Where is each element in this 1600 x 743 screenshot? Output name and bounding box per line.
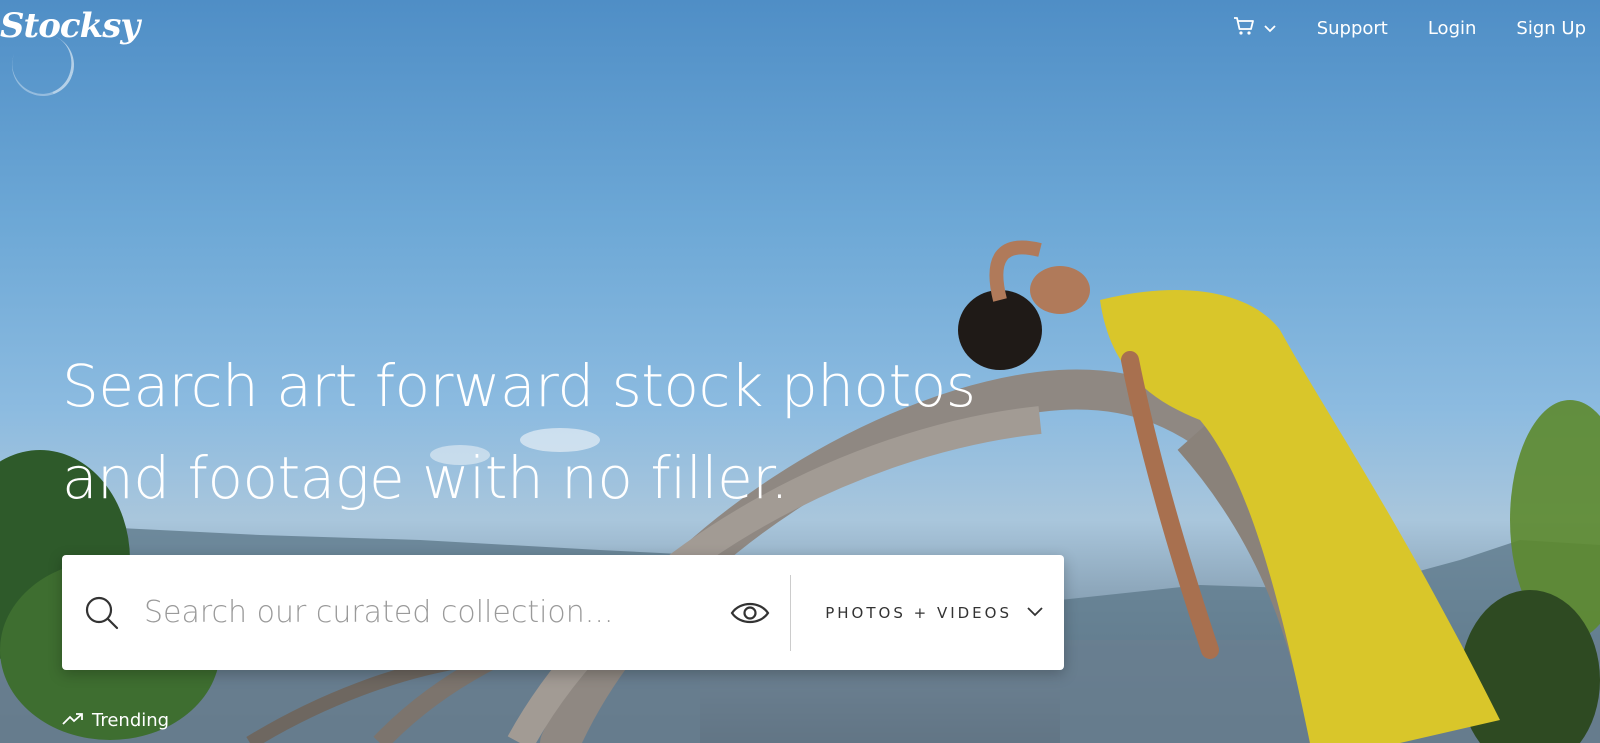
- trending-link[interactable]: Trending: [62, 710, 169, 731]
- hero-headline: Search art forward stock photos and foot…: [62, 340, 1062, 524]
- headline-line-1: Search art forward stock photos: [62, 352, 976, 420]
- chevron-down-icon[interactable]: [1263, 19, 1277, 38]
- visual-search-eye-icon[interactable]: [730, 593, 770, 633]
- top-nav: Support Login Sign Up: [1233, 16, 1586, 40]
- media-type-label: PHOTOS + VIDEOS: [825, 603, 1012, 622]
- cart-menu[interactable]: [1233, 16, 1277, 40]
- headline-line-2: and footage with no filler.: [62, 444, 789, 512]
- stocksy-logo[interactable]: Stocksy: [0, 6, 140, 46]
- search-input[interactable]: [144, 595, 731, 630]
- search-icon[interactable]: [82, 593, 122, 633]
- nav-login-link[interactable]: Login: [1428, 18, 1477, 39]
- cart-icon[interactable]: [1233, 16, 1255, 40]
- trending-label: Trending: [92, 710, 170, 731]
- trending-arrow-icon: [62, 710, 84, 731]
- chevron-down-icon: [1026, 604, 1044, 622]
- nav-support-link[interactable]: Support: [1317, 18, 1388, 39]
- media-type-dropdown[interactable]: PHOTOS + VIDEOS: [791, 555, 1064, 670]
- nav-signup-link[interactable]: Sign Up: [1516, 18, 1586, 39]
- search-bar: PHOTOS + VIDEOS: [62, 555, 1064, 670]
